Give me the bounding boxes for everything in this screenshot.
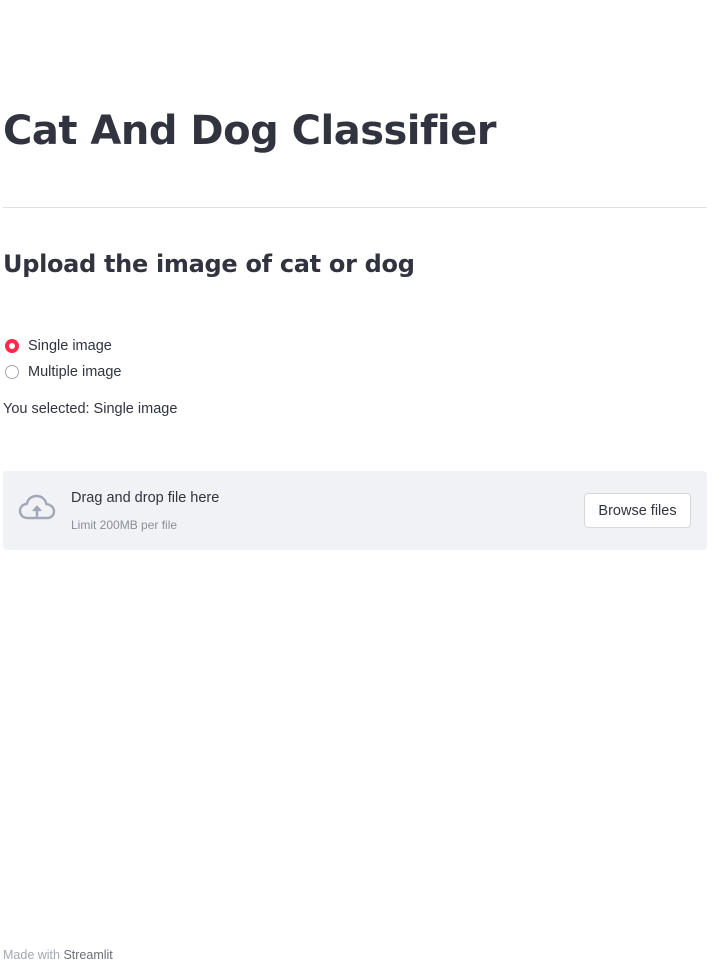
browse-files-button[interactable]: Browse files	[584, 493, 691, 528]
footer-prefix: Made with	[3, 948, 64, 962]
radio-unchecked-icon[interactable]	[5, 365, 19, 379]
app-page: Cat And Dog Classifier Upload the image …	[0, 0, 721, 975]
page-title: Cat And Dog Classifier	[3, 108, 496, 154]
radio-label-multiple-image: Multiple image	[28, 364, 122, 380]
radio-option-multiple-image[interactable]: Multiple image	[5, 359, 122, 385]
section-subheader: Upload the image of cat or dog	[3, 250, 415, 278]
radio-checked-icon[interactable]	[5, 339, 19, 353]
cloud-upload-icon	[18, 493, 56, 523]
streamlit-link[interactable]: Streamlit	[63, 948, 112, 962]
radio-label-single-image: Single image	[28, 338, 112, 354]
image-mode-radio-group: Single image Multiple image	[5, 333, 122, 385]
dropzone-limit: Limit 200MB per file	[71, 518, 178, 532]
footer: Made with Streamlit	[3, 948, 113, 962]
file-dropzone[interactable]: Drag and drop file here Limit 200MB per …	[3, 471, 707, 550]
dropzone-instructions: Drag and drop file here	[71, 490, 220, 506]
divider	[3, 207, 707, 208]
radio-option-single-image[interactable]: Single image	[5, 333, 122, 359]
selection-status-text: You selected: Single image	[3, 401, 178, 417]
